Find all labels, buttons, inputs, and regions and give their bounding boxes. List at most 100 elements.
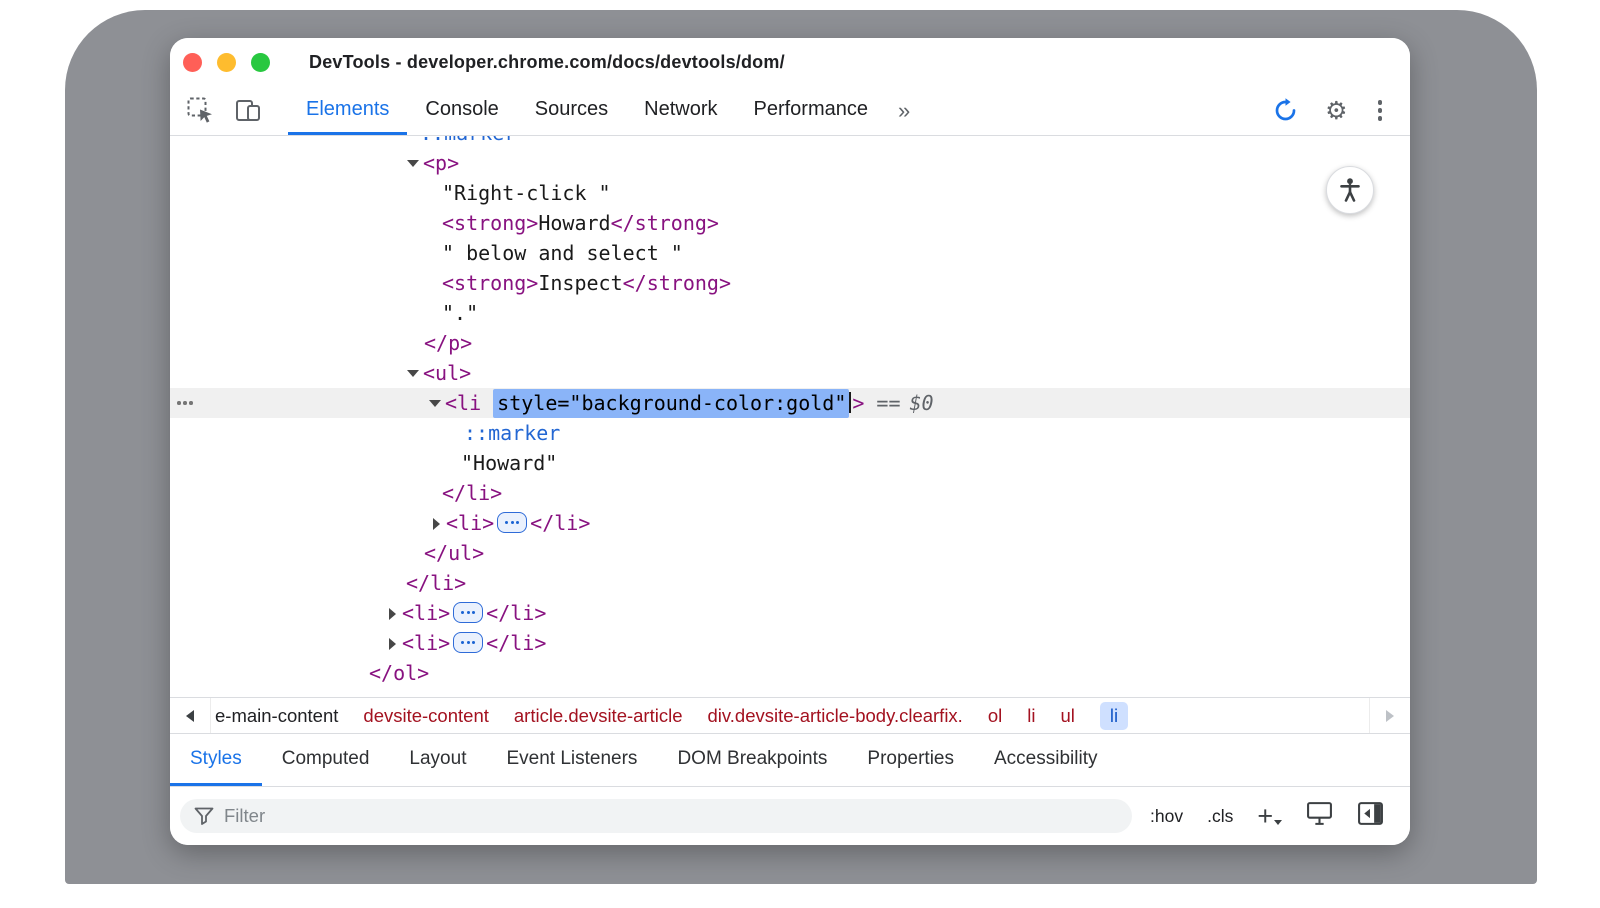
tab-console[interactable]: Console: [407, 86, 516, 135]
dom-tree-row[interactable]: ::marker: [170, 418, 1410, 448]
breadcrumb-item[interactable]: li: [1027, 705, 1035, 727]
dom-tree-row[interactable]: <li></li>: [170, 598, 1410, 628]
dropdown-caret-icon: [1274, 820, 1282, 825]
styles-filter-bar: Filter :hov .cls +: [170, 787, 1410, 845]
tab-layout[interactable]: Layout: [389, 734, 486, 786]
tab-properties[interactable]: Properties: [847, 734, 974, 786]
tag-token: >: [852, 391, 864, 415]
tab-computed[interactable]: Computed: [262, 734, 390, 786]
dom-tree-row[interactable]: "Right-click ": [170, 178, 1410, 208]
close-button[interactable]: [183, 53, 202, 72]
tag-token: </ol>: [369, 661, 429, 685]
breadcrumb-item[interactable]: article.devsite-article: [514, 705, 683, 727]
sidebar-toggle-icon[interactable]: [1357, 801, 1384, 831]
breadcrumb-item[interactable]: devsite-content: [363, 705, 488, 727]
element-classes-button[interactable]: .cls: [1207, 806, 1233, 827]
filter-input[interactable]: Filter: [180, 799, 1132, 833]
toolbar-tab-strip: ElementsConsoleSourcesNetworkPerformance: [288, 86, 886, 135]
expand-arrow-icon[interactable]: [384, 598, 402, 628]
text-caret: [849, 392, 851, 413]
elements-panel: ::marker<p>"Right-click "<strong>Howard<…: [170, 136, 1410, 697]
text-token: Howard: [538, 211, 610, 235]
tab-performance[interactable]: Performance: [736, 86, 887, 135]
toggle-element-state-button[interactable]: :hov: [1150, 806, 1183, 827]
inspect-element-icon[interactable]: [186, 97, 214, 125]
new-style-rule-button[interactable]: +: [1257, 806, 1282, 826]
tag-token: </li>: [486, 631, 546, 655]
breadcrumb-item[interactable]: li: [1100, 702, 1128, 730]
dom-tree-row[interactable]: </ol>: [170, 658, 1410, 688]
text-token: "Howard": [461, 451, 557, 475]
left-arrow-icon: [186, 710, 194, 722]
dom-tree-row[interactable]: </ul>: [170, 538, 1410, 568]
dom-tree-row[interactable]: <li style="background-color:gold"> == $0: [170, 388, 1410, 418]
expand-ellipsis-icon[interactable]: [453, 602, 483, 623]
breadcrumb-item[interactable]: div.devsite-article-body.clearfix.: [708, 705, 963, 727]
filter-placeholder: Filter: [224, 805, 265, 827]
breadcrumb-scroll-right-button[interactable]: [1369, 698, 1410, 733]
tag-token: </strong>: [623, 271, 731, 295]
text-token: "Right-click ": [442, 181, 611, 205]
more-panels-chevron-icon[interactable]: »: [892, 86, 916, 135]
tag-token: </strong>: [611, 211, 719, 235]
pseudo-element-token: ::marker: [420, 136, 516, 145]
dom-tree-row[interactable]: <strong>Inspect</strong>: [170, 268, 1410, 298]
dom-tree-row[interactable]: <strong>Howard</strong>: [170, 208, 1410, 238]
dom-tree-row[interactable]: </li>: [170, 478, 1410, 508]
plus-icon: +: [1257, 806, 1273, 826]
more-options-menu-icon[interactable]: [1374, 96, 1387, 125]
zoom-button[interactable]: [251, 53, 270, 72]
dom-tree-row[interactable]: <li></li>: [170, 628, 1410, 658]
row-overflow-icon[interactable]: [177, 401, 193, 405]
expand-arrow-icon[interactable]: [384, 628, 402, 658]
dom-tree-row[interactable]: ".": [170, 298, 1410, 328]
breadcrumb: e-main-content devsite-content article.dev…: [211, 698, 1369, 733]
equals-sign: ==: [876, 391, 900, 415]
window-titlebar: DevTools - developer.chrome.com/docs/dev…: [170, 38, 1410, 86]
selected-attribute: style="background-color:gold": [493, 389, 849, 418]
reload-badge-icon[interactable]: [1271, 97, 1299, 125]
expand-ellipsis-icon[interactable]: [453, 632, 483, 653]
breadcrumb-item[interactable]: ol: [988, 705, 1002, 727]
filter-funnel-icon: [194, 807, 214, 826]
collapse-arrow-icon[interactable]: [405, 358, 423, 388]
minimize-button[interactable]: [217, 53, 236, 72]
breadcrumb-scroll-left-button[interactable]: [170, 698, 211, 733]
tag-token: </li>: [530, 511, 590, 535]
dom-tree-row[interactable]: </li>: [170, 568, 1410, 598]
dom-tree: ::marker<p>"Right-click "<strong>Howard<…: [170, 136, 1410, 688]
dom-tree-row[interactable]: <li></li>: [170, 508, 1410, 538]
text-token: " below and select ": [442, 241, 683, 265]
text-token: ".": [442, 301, 478, 325]
breadcrumb-item[interactable]: e-main-content: [215, 705, 338, 727]
dom-tree-row[interactable]: ::marker: [170, 136, 1410, 148]
dom-tree-row[interactable]: <p>: [170, 148, 1410, 178]
expand-ellipsis-icon[interactable]: [497, 512, 527, 533]
device-toolbar-icon[interactable]: [234, 97, 262, 125]
tab-event-listeners[interactable]: Event Listeners: [486, 734, 657, 786]
tab-dom-breakpoints[interactable]: DOM Breakpoints: [657, 734, 847, 786]
collapse-arrow-icon[interactable]: [405, 148, 423, 178]
tab-sources[interactable]: Sources: [517, 86, 626, 135]
dom-tree-row[interactable]: <ul>: [170, 358, 1410, 388]
tab-styles[interactable]: Styles: [170, 734, 262, 786]
collapse-arrow-icon[interactable]: [427, 388, 445, 418]
dollar-zero-badge: $0: [910, 391, 934, 415]
tab-elements[interactable]: Elements: [288, 86, 407, 135]
rendering-emulation-icon[interactable]: [1306, 801, 1333, 831]
tab-network[interactable]: Network: [626, 86, 735, 135]
dom-tree-row[interactable]: " below and select ": [170, 238, 1410, 268]
breadcrumb-item[interactable]: ul: [1060, 705, 1074, 727]
tab-accessibility[interactable]: Accessibility: [974, 734, 1117, 786]
tag-token: </p>: [424, 331, 472, 355]
tag-token: <li: [445, 391, 493, 415]
tag-token: <strong>: [442, 211, 538, 235]
dom-tree-row[interactable]: "Howard": [170, 448, 1410, 478]
tag-token: </li>: [406, 571, 466, 595]
dom-tree-row[interactable]: </p>: [170, 328, 1410, 358]
accessibility-person-icon[interactable]: [1326, 166, 1374, 214]
settings-gear-icon[interactable]: ⚙: [1325, 98, 1347, 123]
expand-arrow-icon[interactable]: [428, 508, 446, 538]
tag-token: </ul>: [424, 541, 484, 565]
tag-token: <li>: [402, 601, 450, 625]
